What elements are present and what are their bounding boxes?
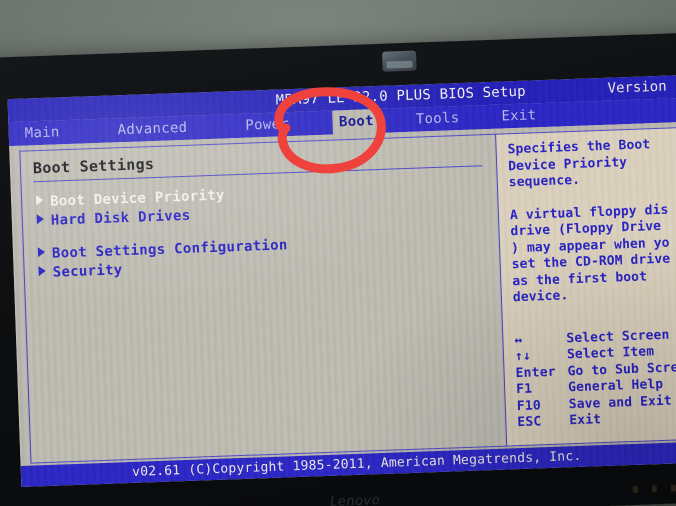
photo-scene: M5A97 LE R2.0 PLUS BIOS Setup Version 1 …	[0, 0, 676, 506]
tab-main[interactable]: Main	[18, 120, 66, 146]
help-panel: Specifies the Boot Device Priority seque…	[495, 127, 676, 447]
page-title: Boot Settings	[32, 154, 155, 178]
tab-tools[interactable]: Tools	[409, 106, 465, 132]
menu-spacer	[193, 114, 240, 140]
tab-power[interactable]: Power	[239, 112, 295, 138]
settings-panel: Boot Settings Boot Device Priority Hard D…	[19, 133, 507, 464]
key-name: ESC	[517, 414, 542, 431]
option-group: Boot Settings Configuration Security	[36, 229, 490, 283]
key-description: Exit	[569, 412, 602, 429]
key-name: Enter	[515, 364, 556, 381]
bios-body: Boot Settings Boot Device Priority Hard D…	[9, 122, 676, 466]
monitor-bezel: M5A97 LE R2.0 PLUS BIOS Setup Version 1 …	[0, 32, 676, 506]
submenu-arrow-icon	[38, 265, 46, 277]
help-paragraph-2: A virtual floppy dis drive (Floppy Drive…	[509, 202, 671, 306]
submenu-arrow-icon	[36, 213, 44, 225]
bios-screen: M5A97 LE R2.0 PLUS BIOS Setup Version 1 …	[7, 75, 676, 487]
help-text: Specifies the Boot Device Priority seque…	[507, 136, 676, 306]
tab-boot[interactable]: Boot	[332, 108, 381, 135]
key-name: F10	[516, 397, 542, 414]
key-name: ↔	[514, 332, 523, 348]
menu-spacer	[295, 111, 334, 136]
options-list: Boot Device Priority Hard Disk Drives Boot…	[34, 177, 490, 283]
option-group: Boot Device Priority Hard Disk Drives	[34, 177, 488, 231]
key-legend: ↔ Select Screen ↑↓ Select Item Enter Go to Su…	[514, 327, 676, 432]
menu-option-label: Hard Disk Drives	[50, 207, 191, 229]
key-name: ↑↓	[514, 348, 532, 365]
bios-version-label: Version 1	[607, 78, 676, 97]
tab-exit[interactable]: Exit	[495, 103, 543, 129]
submenu-arrow-icon	[37, 246, 46, 258]
help-paragraph-1: Specifies the Boot Device Priority seque…	[507, 137, 651, 191]
monitor-bezel-buttons[interactable]	[632, 484, 676, 494]
menu-spacer	[65, 118, 112, 144]
key-name: F1	[515, 381, 533, 398]
monitor-brand-logo: Lenovo	[329, 493, 381, 506]
submenu-arrow-icon	[35, 194, 44, 206]
webcam-sticker-icon	[382, 50, 417, 72]
menu-option-label: Security	[52, 262, 123, 281]
menu-spacer	[379, 108, 410, 133]
menu-spacer	[465, 105, 496, 130]
tab-advanced[interactable]: Advanced	[111, 116, 194, 143]
